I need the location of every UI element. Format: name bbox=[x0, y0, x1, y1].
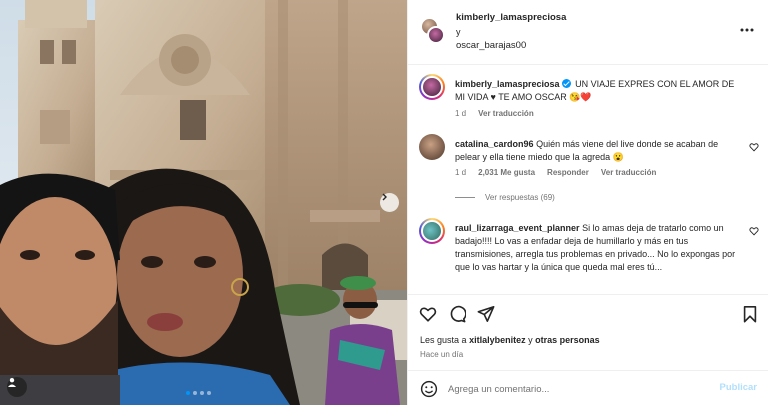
chevron-right-icon bbox=[382, 193, 387, 201]
likes-summary: Les gusta a xitlalybenitez y otras perso… bbox=[420, 335, 600, 345]
divider bbox=[455, 197, 475, 198]
user-tag-icon bbox=[8, 378, 16, 387]
comment-text-block: catalina_cardon96 Quién más viene del li… bbox=[455, 138, 743, 164]
caption-time: 1 d bbox=[455, 109, 467, 118]
more-horizontal-icon bbox=[740, 28, 754, 32]
carousel-dot bbox=[186, 391, 190, 395]
comment-time: 1 d bbox=[455, 168, 467, 177]
comment-composer: Publicar bbox=[408, 370, 768, 405]
comment-item: raul_lizarraga_event_planner Si lo amas … bbox=[419, 218, 759, 294]
avatar[interactable] bbox=[419, 218, 445, 244]
share-icon[interactable] bbox=[477, 305, 495, 323]
heart-icon[interactable] bbox=[749, 226, 759, 236]
comment-meta: 1 d 2,031 Me gusta Responder Ver traducc… bbox=[455, 168, 656, 177]
view-replies-label: Ver respuestas (69) bbox=[485, 193, 555, 202]
comments-list[interactable]: kimberly_lamaspreciosa UN VIAJE EXPRES C… bbox=[408, 66, 768, 294]
collaborator-username[interactable]: oscar_barajas00 bbox=[456, 40, 526, 51]
comment-icon[interactable] bbox=[448, 305, 466, 323]
comment-username[interactable]: catalina_cardon96 bbox=[455, 139, 534, 149]
carousel-next-button[interactable] bbox=[380, 193, 399, 212]
collab-conjunction: y bbox=[456, 27, 461, 37]
avatar[interactable] bbox=[419, 134, 445, 160]
caption-username[interactable]: kimberly_lamaspreciosa bbox=[455, 79, 560, 89]
avatar[interactable] bbox=[419, 74, 445, 100]
liker-username[interactable]: xitlalybenitez bbox=[469, 335, 526, 345]
heart-icon[interactable] bbox=[749, 142, 759, 152]
tagged-users-button[interactable] bbox=[7, 377, 27, 397]
verified-badge-icon bbox=[561, 79, 571, 88]
comment-text-block: raul_lizarraga_event_planner Si lo amas … bbox=[455, 222, 743, 274]
post-time: Hace un día bbox=[420, 350, 464, 359]
caption: kimberly_lamaspreciosa UN VIAJE EXPRES C… bbox=[419, 74, 759, 124]
likes-conjunction: y bbox=[528, 335, 533, 345]
likes-prefix: Les gusta a bbox=[420, 335, 467, 345]
carousel-dot bbox=[193, 391, 197, 395]
post-side-panel: kimberly_lamaspreciosa y oscar_barajas00… bbox=[407, 0, 768, 405]
avatar bbox=[427, 26, 445, 44]
photo-illustration bbox=[0, 0, 407, 405]
publish-button[interactable]: Publicar bbox=[720, 382, 758, 393]
heart-icon[interactable] bbox=[419, 305, 437, 323]
likes-others-link[interactable]: otras personas bbox=[535, 335, 600, 345]
view-replies-link[interactable]: Ver respuestas (69) bbox=[455, 193, 555, 202]
caption-translate-link[interactable]: Ver traducción bbox=[478, 109, 534, 118]
comment-username[interactable]: raul_lizarraga_event_planner bbox=[455, 223, 580, 233]
post-options-button[interactable] bbox=[739, 24, 755, 36]
action-bar: Les gusta a xitlalybenitez y otras perso… bbox=[408, 294, 768, 404]
carousel-dot bbox=[200, 391, 204, 395]
post-photo[interactable] bbox=[0, 0, 407, 405]
carousel-dot bbox=[207, 391, 211, 395]
caption-text-block: kimberly_lamaspreciosa UN VIAJE EXPRES C… bbox=[455, 78, 743, 104]
emoji-icon[interactable] bbox=[420, 380, 438, 398]
collab-avatars[interactable] bbox=[421, 18, 445, 44]
reply-link[interactable]: Responder bbox=[547, 168, 589, 177]
post-header: kimberly_lamaspreciosa y oscar_barajas00 bbox=[408, 0, 768, 65]
caption-meta: 1 d Ver traducción bbox=[455, 109, 534, 118]
author-username[interactable]: kimberly_lamaspreciosa bbox=[456, 12, 566, 23]
comment-likes-count[interactable]: 2,031 Me gusta bbox=[478, 168, 535, 177]
bookmark-icon[interactable] bbox=[741, 305, 759, 323]
comment-translate-link[interactable]: Ver traducción bbox=[601, 168, 657, 177]
comment-input[interactable] bbox=[448, 379, 708, 399]
carousel-indicator bbox=[186, 391, 211, 395]
